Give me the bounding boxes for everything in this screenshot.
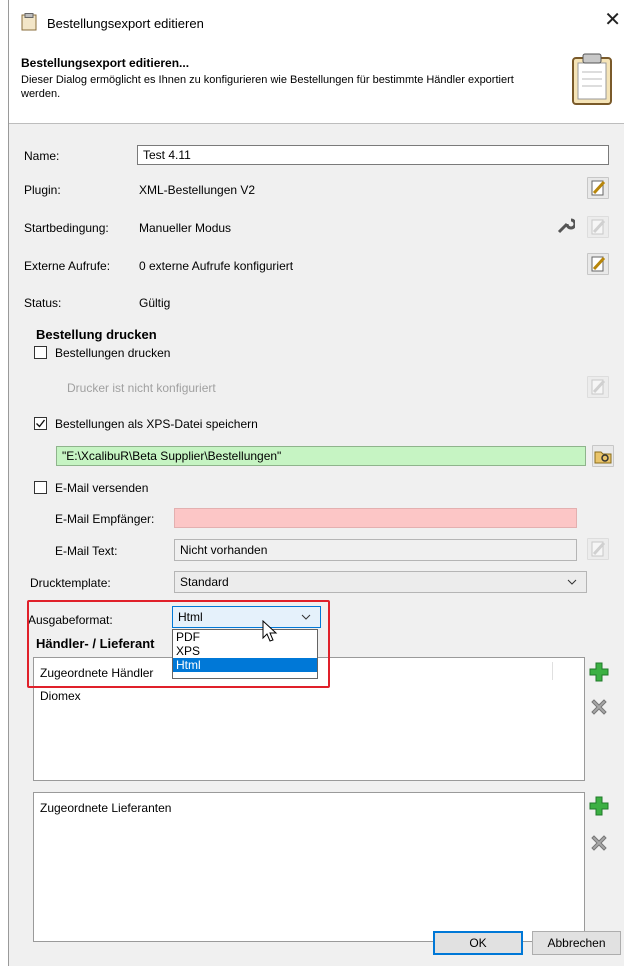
print-template-label: Drucktemplate: (30, 576, 111, 590)
cancel-button[interactable]: Abbrechen (532, 931, 621, 955)
print-section-title: Bestellung drucken (36, 327, 157, 342)
header-banner: Bestellungsexport editieren... Dieser Di… (9, 46, 624, 124)
printer-status: Drucker ist nicht konfiguriert (67, 381, 216, 395)
suppliers-list[interactable]: Zugeordnete Lieferanten (33, 792, 585, 942)
highlight-box (27, 600, 330, 688)
close-icon[interactable]: ✕ (604, 10, 621, 30)
start-condition-tool-button[interactable] (554, 216, 577, 238)
chevron-down-icon (567, 579, 577, 585)
edit-email-text-button[interactable] (587, 538, 609, 560)
clipboard-large-icon (572, 53, 612, 105)
edit-icon (591, 379, 606, 395)
suppliers-list-header: Zugeordnete Lieferanten (40, 801, 172, 815)
send-email-label: E-Mail versenden (55, 481, 149, 495)
remove-icon (591, 699, 607, 715)
dialog-window: Bestellungsexport editieren ✕ Bestellung… (8, 0, 624, 966)
add-supplier-button[interactable] (587, 794, 609, 816)
send-email-checkbox[interactable] (34, 481, 47, 494)
edit-external-calls-button[interactable] (587, 253, 609, 275)
print-orders-label: Bestellungen drucken (55, 346, 171, 360)
clipboard-icon (21, 13, 37, 31)
window-title: Bestellungsexport editieren (47, 16, 204, 31)
edit-icon (591, 219, 606, 235)
email-recipient-field[interactable] (174, 508, 577, 528)
checkmark-icon (36, 419, 46, 428)
column-divider (552, 662, 553, 680)
plus-icon (589, 796, 609, 816)
edit-icon (591, 180, 606, 196)
wrench-icon (557, 218, 577, 234)
add-dealer-button[interactable] (587, 660, 609, 682)
edit-plugin-button[interactable] (587, 177, 609, 199)
status-label: Status: (24, 296, 62, 310)
name-label: Name: (24, 149, 60, 163)
title-bar: Bestellungsexport editieren ✕ (9, 0, 624, 46)
edit-icon (591, 256, 606, 272)
name-field[interactable]: Test 4.11 (137, 145, 609, 165)
edit-start-condition-button[interactable] (587, 216, 609, 238)
remove-supplier-button[interactable] (587, 831, 609, 853)
email-text-field[interactable]: Nicht vorhanden (174, 539, 577, 561)
email-text-label: E-Mail Text: (55, 544, 118, 558)
xps-path-field[interactable]: "E:\XcalibuR\Beta Supplier\Bestellungen" (56, 446, 586, 466)
ok-button[interactable]: OK (433, 931, 523, 955)
start-condition-label: Startbedingung: (24, 221, 109, 235)
save-xps-checkbox[interactable] (34, 417, 47, 430)
print-template-value: Standard (180, 575, 229, 589)
external-calls-value: 0 externe Aufrufe konfiguriert (139, 259, 294, 273)
print-template-select[interactable]: Standard (174, 571, 587, 593)
remove-icon (591, 835, 607, 851)
header-description: Dieser Dialog ermöglicht es Ihnen zu kon… (21, 74, 514, 100)
plugin-value: XML-Bestellungen V2 (139, 183, 256, 197)
save-xps-label: Bestellungen als XPS-Datei speichern (55, 417, 258, 431)
start-condition-value: Manueller Modus (139, 221, 232, 235)
external-calls-label: Externe Aufrufe: (24, 259, 111, 273)
header-title: Bestellungsexport editieren... (21, 56, 190, 70)
status-value: Gültig (139, 296, 171, 310)
email-recipient-label: E-Mail Empfänger: (55, 512, 155, 526)
configure-printer-button[interactable] (587, 376, 609, 398)
remove-dealer-button[interactable] (587, 695, 609, 717)
list-item[interactable]: Diomex (40, 689, 81, 703)
folder-search-icon (594, 451, 612, 464)
browse-folder-button[interactable] (592, 445, 614, 467)
plugin-label: Plugin: (24, 183, 61, 197)
print-orders-checkbox[interactable] (34, 346, 47, 359)
edit-icon (591, 541, 606, 557)
plus-icon (589, 662, 609, 682)
